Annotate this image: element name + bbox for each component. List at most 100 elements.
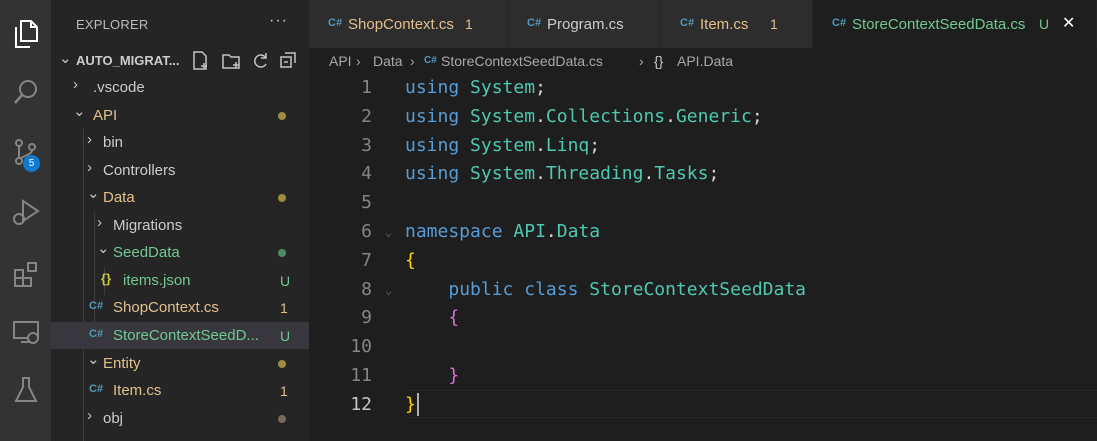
code-line[interactable]: } xyxy=(405,365,459,386)
csharp-file-icon: C# xyxy=(527,17,542,29)
vscode-window: 5 EXPLORER ··· ⌄ AUTO_MIGRAT... › .vscod… xyxy=(0,0,1097,441)
chevron-right-icon: › xyxy=(639,53,644,69)
tree-file[interactable]: C# StoreContextSeedD... U xyxy=(51,322,309,349)
modified-dot-icon xyxy=(278,415,286,423)
run-debug-icon[interactable] xyxy=(0,186,51,238)
chevron-right-icon: › xyxy=(87,131,92,148)
code-token: Collections xyxy=(545,105,666,127)
tree-folder[interactable]: › .vscode xyxy=(51,74,309,101)
git-status: 1 xyxy=(280,383,288,399)
breadcrumb-file[interactable]: StoreContextSeedData.cs xyxy=(441,53,603,69)
remote-explorer-icon[interactable] xyxy=(0,306,51,358)
tree-folder[interactable]: › bin xyxy=(51,129,309,156)
code-token: ; xyxy=(708,163,720,185)
breadcrumb-api[interactable]: API xyxy=(329,53,352,69)
tree-item-label: SeedData xyxy=(113,244,180,261)
code-line[interactable]: using System; xyxy=(405,77,546,98)
tree-folder[interactable]: › Controllers xyxy=(51,157,309,184)
new-file-icon xyxy=(193,51,207,70)
line-number: 10 xyxy=(350,336,372,358)
tree-folder[interactable]: ⌄ SeedData xyxy=(51,239,309,266)
code-line[interactable]: { xyxy=(405,307,459,328)
new-folder-icon xyxy=(222,54,240,69)
code-line[interactable]: using System.Linq; xyxy=(405,135,600,156)
fold-chevron-icon[interactable]: ⌄ xyxy=(385,283,392,297)
line-number: 3 xyxy=(361,134,372,156)
tree-folder[interactable]: ⌄ Data xyxy=(51,184,309,211)
code-token: System xyxy=(470,134,536,156)
code-token: } xyxy=(405,393,416,415)
chevron-right-icon: › xyxy=(87,159,92,176)
chevron-down-icon: ⌄ xyxy=(87,185,100,202)
code-token: . xyxy=(535,134,546,156)
more-actions-icon[interactable]: ··· xyxy=(269,12,288,30)
breadcrumb-data[interactable]: Data xyxy=(373,53,403,69)
code-token: using xyxy=(405,105,460,127)
tree-item-label: Controllers xyxy=(103,162,176,179)
csharp-file-icon: C# xyxy=(89,328,104,340)
project-header[interactable]: ⌄ AUTO_MIGRAT... xyxy=(51,47,309,74)
chevron-right-icon: › xyxy=(97,214,102,231)
fold-chevron-icon[interactable]: ⌄ xyxy=(385,225,392,239)
code-token: namespace xyxy=(405,221,503,242)
csharp-file-icon: C# xyxy=(328,17,343,29)
code-token: . xyxy=(535,105,546,127)
current-line-highlight xyxy=(405,390,1097,418)
code-token: . xyxy=(545,221,557,242)
tab-shopcontext[interactable]: C# ShopContext.cs 1 xyxy=(309,0,508,48)
close-icon[interactable]: ✕ xyxy=(1062,13,1075,33)
testing-icon[interactable] xyxy=(0,364,51,416)
code-token: System xyxy=(470,105,536,127)
code-line[interactable]: public class StoreContextSeedData xyxy=(405,279,806,300)
search-icon[interactable] xyxy=(0,66,51,118)
csharp-file-icon: C# xyxy=(89,383,104,395)
tab-storecontextseeddata[interactable]: C# StoreContextSeedData.cs U ✕ xyxy=(813,0,1097,48)
line-number: 5 xyxy=(361,192,372,214)
code-line[interactable]: using System.Collections.Generic; xyxy=(405,106,763,127)
code-editor[interactable]: 1 using System; 2 using System.Collections.… xyxy=(309,74,1097,441)
tree-folder[interactable]: ⌄ Entity xyxy=(51,350,309,377)
tree-file[interactable]: {} items.json U xyxy=(51,267,309,294)
code-line[interactable]: using System.Threading.Tasks; xyxy=(405,163,719,184)
text-cursor xyxy=(417,393,419,416)
code-token: StoreContextSeedData xyxy=(589,278,807,300)
code-token: System xyxy=(470,77,536,98)
code-token: System xyxy=(470,163,536,185)
explorer-icon[interactable] xyxy=(0,8,51,60)
line-number: 8 xyxy=(361,278,372,300)
tab-program[interactable]: C# Program.cs xyxy=(508,0,661,48)
code-token: ; xyxy=(589,134,601,156)
tree-file[interactable]: C# ShopContext.cs 1 xyxy=(51,294,309,321)
tree-file[interactable]: C# Item.cs 1 xyxy=(51,377,309,404)
tab-item[interactable]: C# Item.cs 1 xyxy=(661,0,813,48)
refresh-icon xyxy=(254,53,267,68)
code-line[interactable]: { xyxy=(405,250,416,271)
tree-folder[interactable]: › Migrations xyxy=(51,212,309,239)
code-line[interactable]: } xyxy=(405,394,416,415)
tree-item-label: .vscode xyxy=(93,79,145,96)
code-token: ; xyxy=(751,105,763,127)
tree-item-label: Entity xyxy=(103,355,141,372)
tree-item-label: bin xyxy=(103,134,124,151)
git-status: 1 xyxy=(280,300,288,316)
code-token: using xyxy=(405,163,460,185)
chevron-right-icon: › xyxy=(73,76,78,93)
tree-item-label: ShopContext.cs xyxy=(113,299,219,316)
code-token: . xyxy=(643,163,655,185)
tab-status: U xyxy=(1039,16,1050,32)
code-token: Data xyxy=(556,221,601,242)
extensions-icon[interactable] xyxy=(0,248,51,300)
explorer-title: EXPLORER xyxy=(76,17,149,32)
line-number: 4 xyxy=(361,163,372,185)
line-number: 1 xyxy=(361,77,372,98)
breadcrumb-namespace[interactable]: API.Data xyxy=(677,53,733,69)
code-line[interactable]: namespace API.Data xyxy=(405,221,600,242)
modified-dot-icon xyxy=(278,112,286,120)
tree-folder[interactable]: › obj xyxy=(51,405,309,432)
tree-folder[interactable]: ⌄ API xyxy=(51,102,309,129)
tab-label: Item.cs xyxy=(700,16,749,33)
